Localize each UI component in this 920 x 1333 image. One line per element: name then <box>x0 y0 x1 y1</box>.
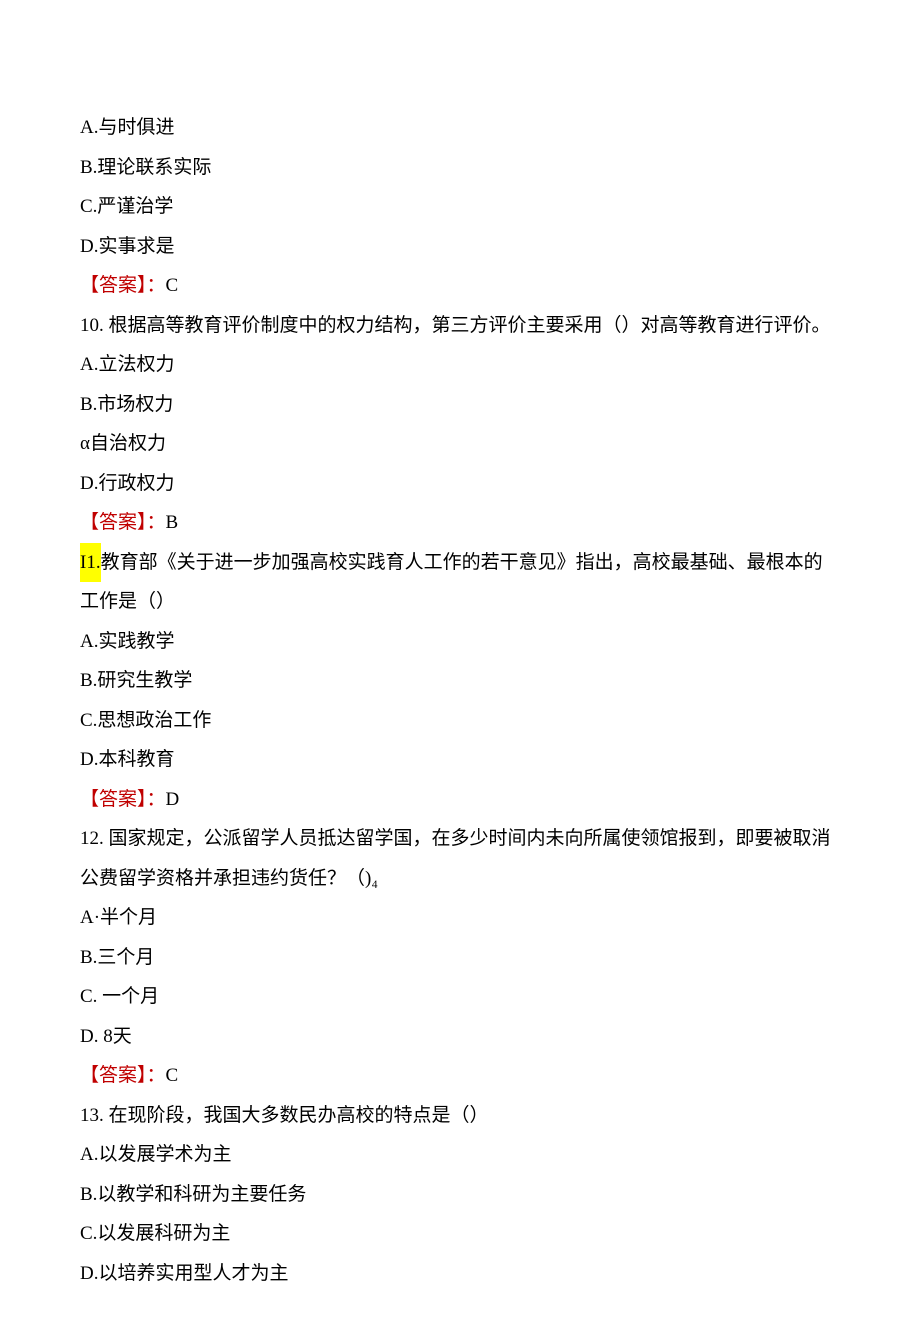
q12-stem: 12. 国家规定，公派留学人员抵达留学国，在多少时间内未向所属使领馆报到，即要被… <box>80 819 840 898</box>
q10-answer-value: B <box>166 512 179 533</box>
q10-option-b: B.市场权力 <box>80 385 840 425</box>
q9-answer-value: C <box>166 275 179 296</box>
q10-answer: 【答案】：B <box>80 503 840 543</box>
q11-stem: I1.教育部《关于进一步加强高校实践育人工作的若干意见》指出，高校最基础、最根本… <box>80 543 840 622</box>
q12-option-a: A·半个月 <box>80 898 840 938</box>
q11-option-d: D.本科教育 <box>80 740 840 780</box>
q12-answer-value: C <box>166 1065 179 1086</box>
q11-answer-value: D <box>166 789 180 810</box>
q11-answer-label: 【答案】： <box>80 789 166 810</box>
q10-option-a: A.立法权力 <box>80 345 840 385</box>
q9-option-a: A.与时俱进 <box>80 108 840 148</box>
q9-answer: 【答案】：C <box>80 266 840 306</box>
q11-answer: 【答案】：D <box>80 780 840 820</box>
q11-stem-rest: 教育部《关于进一步加强高校实践育人工作的若干意见》指出，高校最基础、最根本的工作… <box>80 552 823 613</box>
q11-highlight: I1. <box>80 543 101 583</box>
q11-option-c: C.思想政治工作 <box>80 701 840 741</box>
q13-option-c: C.以发展科研为主 <box>80 1214 840 1254</box>
q12-answer: 【答案】：C <box>80 1056 840 1096</box>
q11-option-a: A.实践教学 <box>80 622 840 662</box>
q9-option-d: D.实事求是 <box>80 227 840 267</box>
q11-option-b: B.研究生教学 <box>80 661 840 701</box>
q10-answer-label: 【答案】： <box>80 512 166 533</box>
q10-option-d: D.行政权力 <box>80 464 840 504</box>
q12-option-d: D. 8天 <box>80 1017 840 1057</box>
q13-stem: 13. 在现阶段，我国大多数民办高校的特点是（） <box>80 1096 840 1136</box>
q10-stem: 10. 根据高等教育评价制度中的权力结构，第三方评价主要采用（）对高等教育进行评… <box>80 306 840 346</box>
q12-option-b: B.三个月 <box>80 938 840 978</box>
q12-option-c: C. 一个月 <box>80 977 840 1017</box>
q10-option-c: α自治权力 <box>80 424 840 464</box>
q13-option-d: D.以培养实用型人才为主 <box>80 1254 840 1294</box>
q12-answer-label: 【答案】： <box>80 1065 166 1086</box>
q13-option-a: A.以发展学术为主 <box>80 1135 840 1175</box>
q9-answer-label: 【答案】： <box>80 275 166 296</box>
q13-option-b: B.以教学和科研为主要任务 <box>80 1175 840 1215</box>
q9-option-c: C.严谨治学 <box>80 187 840 227</box>
q9-option-b: B.理论联系实际 <box>80 148 840 188</box>
